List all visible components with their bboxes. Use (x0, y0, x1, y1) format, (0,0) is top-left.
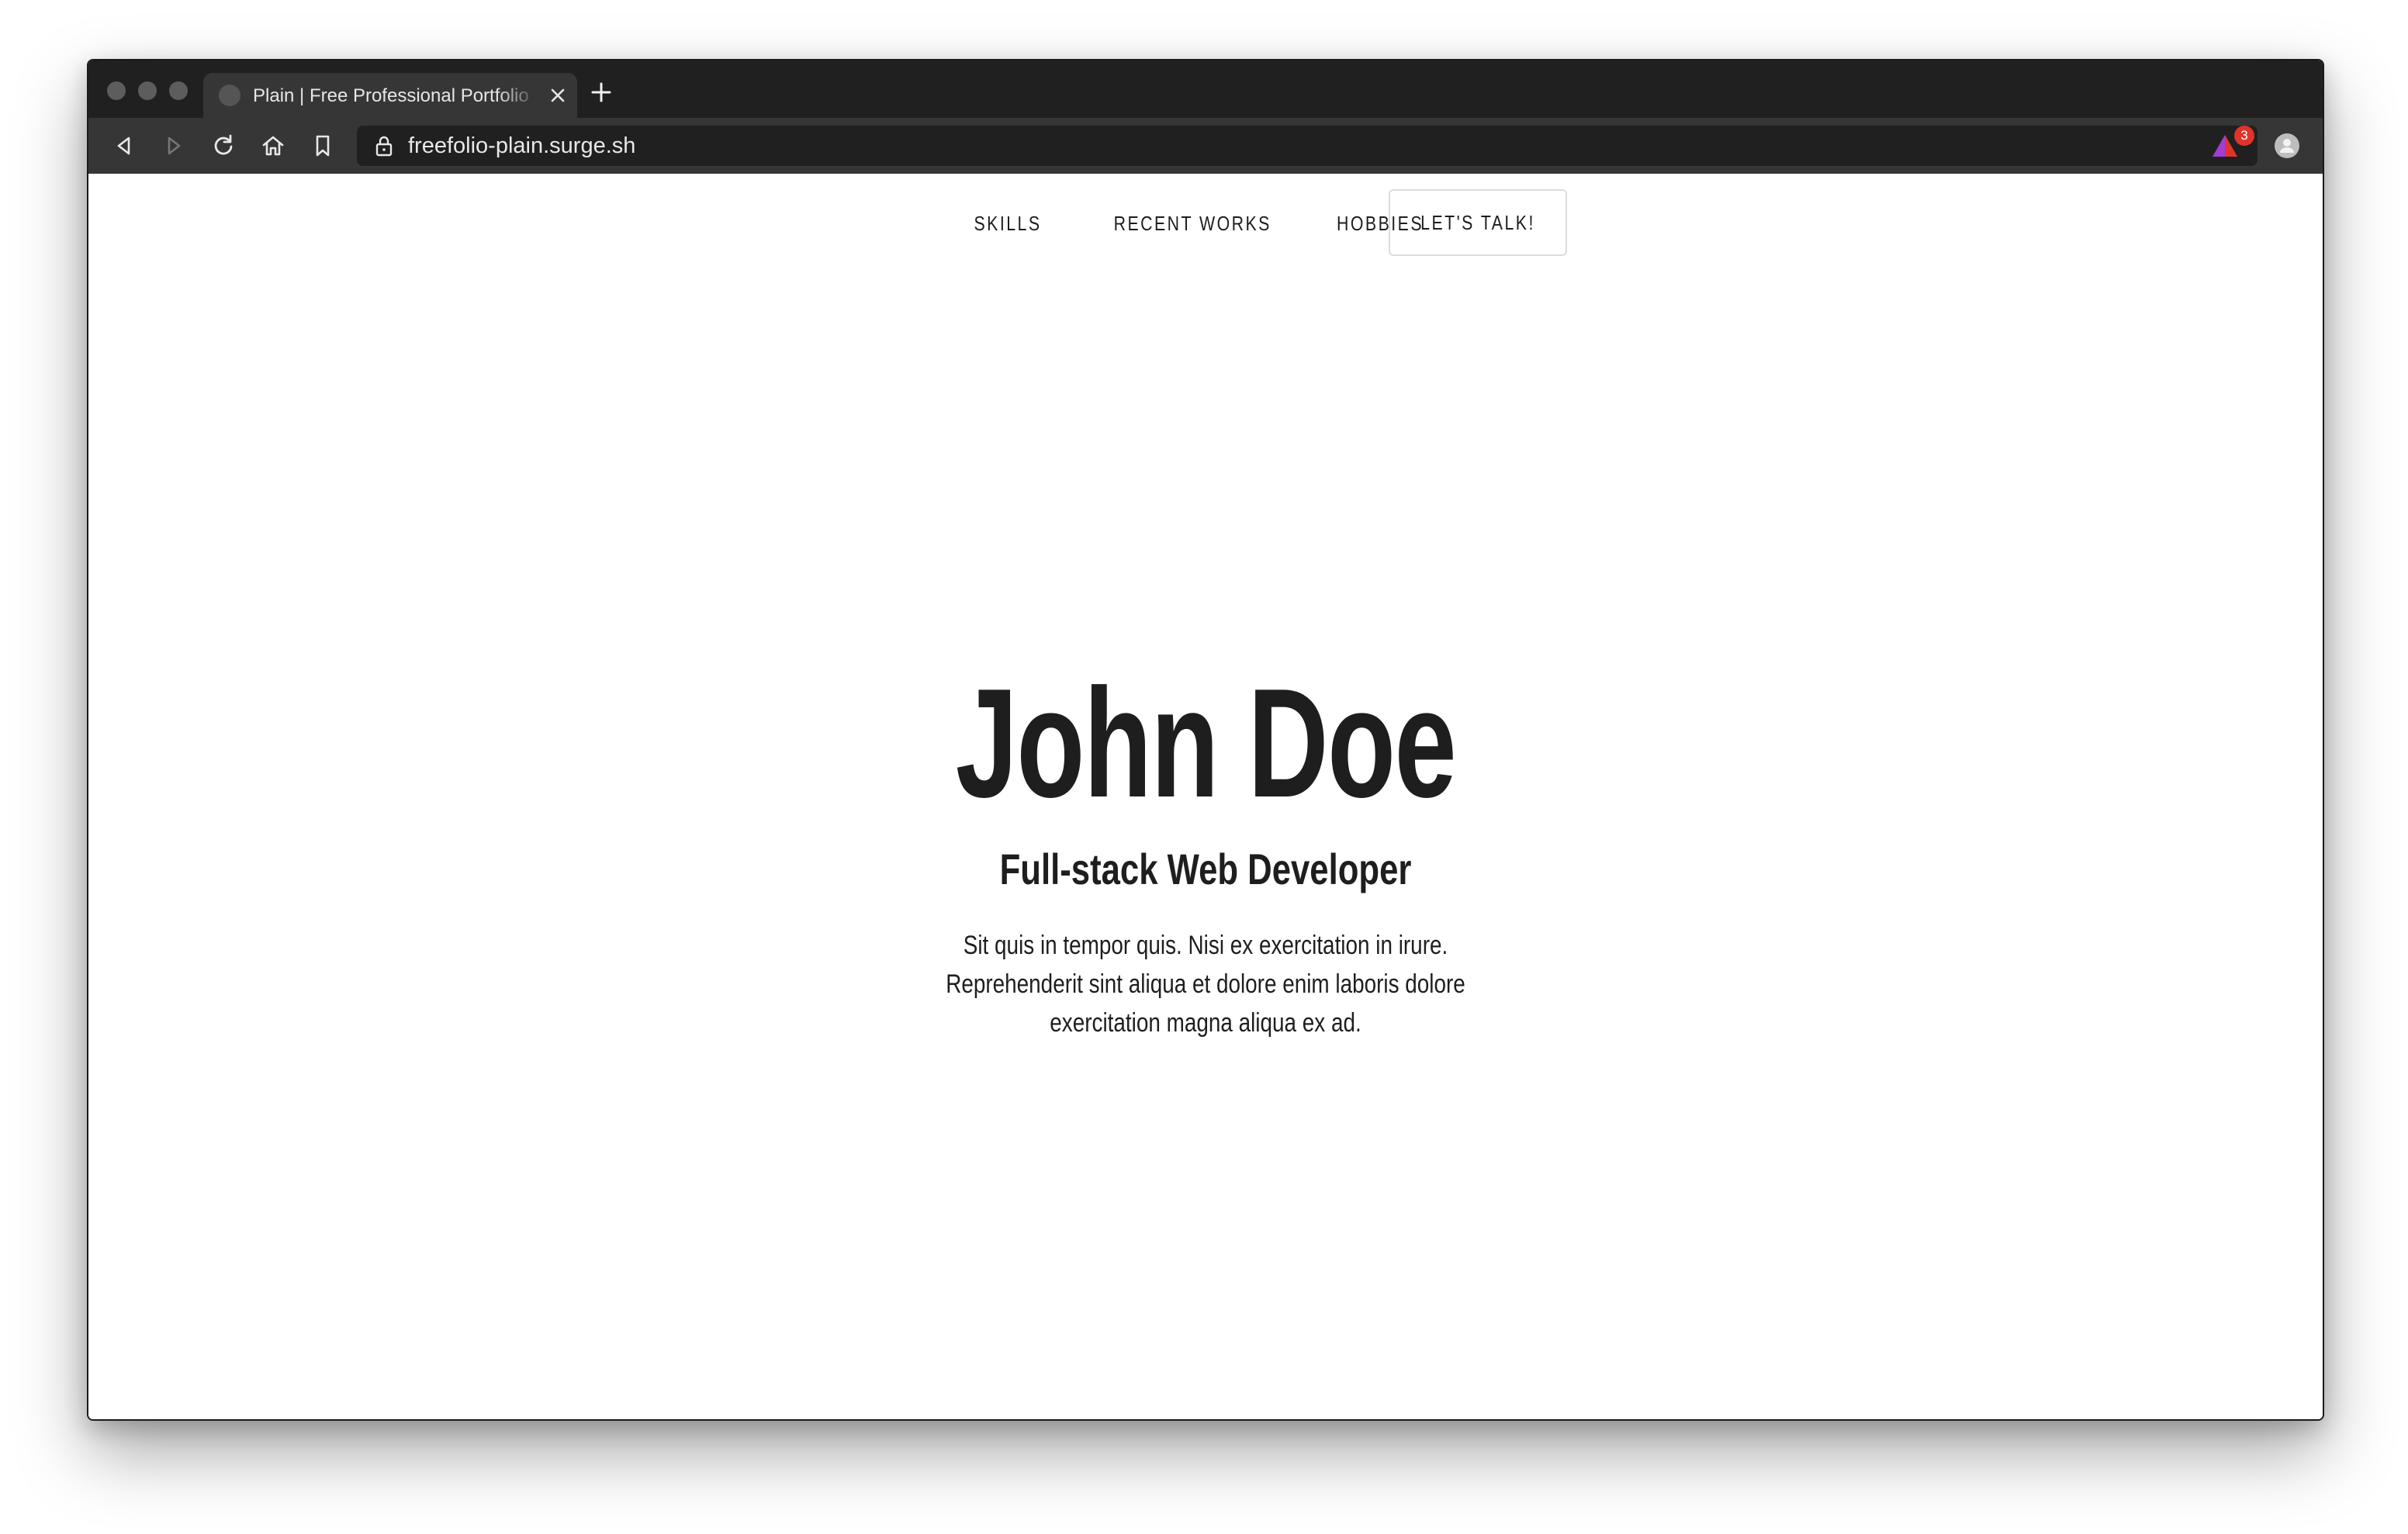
site-nav: SKILLS RECENT WORKS HOBBIES LET'S TALK! (88, 189, 2323, 257)
back-arrow-icon[interactable] (110, 132, 138, 160)
reload-icon[interactable] (209, 132, 237, 160)
forward-arrow-icon[interactable] (160, 132, 188, 160)
tab-strip: Plain | Free Professional Portfolio (88, 60, 2323, 118)
browser-toolbar: freefolio-plain.surge.sh 3 (88, 118, 2323, 174)
hero-name: John Doe (955, 657, 1457, 830)
hero-description: Sit quis in tempor quis. Nisi ex exercit… (946, 931, 1465, 1038)
url-text: freefolio-plain.surge.sh (408, 133, 636, 158)
window-minimize-dot[interactable] (138, 81, 157, 100)
tab-title: Plain | Free Professional Portfolio (253, 85, 529, 106)
nav-link-skills[interactable]: SKILLS (960, 189, 1056, 257)
close-icon[interactable] (546, 84, 569, 107)
rewards-badge: 3 (2234, 126, 2254, 146)
plus-icon[interactable] (590, 81, 613, 104)
globe-icon (219, 85, 240, 106)
hero-title: Full-stack Web Developer (999, 845, 1412, 893)
lets-talk-button[interactable]: LET'S TALK! (1389, 189, 1567, 256)
page-content: SKILLS RECENT WORKS HOBBIES LET'S TALK! … (88, 174, 2323, 1419)
lock-icon (375, 136, 393, 157)
browser-window: Plain | Free Professional Portfolio free… (87, 59, 2324, 1421)
nav-link-recent-works[interactable]: RECENT WORKS (1114, 189, 1270, 257)
window-close-dot[interactable] (107, 81, 126, 100)
lets-talk-label: LET'S TALK! (1420, 211, 1535, 234)
profile-avatar-icon[interactable] (2273, 132, 2301, 160)
window-zoom-dot[interactable] (169, 81, 188, 100)
address-bar[interactable]: freefolio-plain.surge.sh (357, 126, 2258, 166)
home-icon[interactable] (259, 132, 287, 160)
browser-tab[interactable]: Plain | Free Professional Portfolio (203, 73, 577, 118)
bookmark-icon[interactable] (309, 132, 337, 160)
